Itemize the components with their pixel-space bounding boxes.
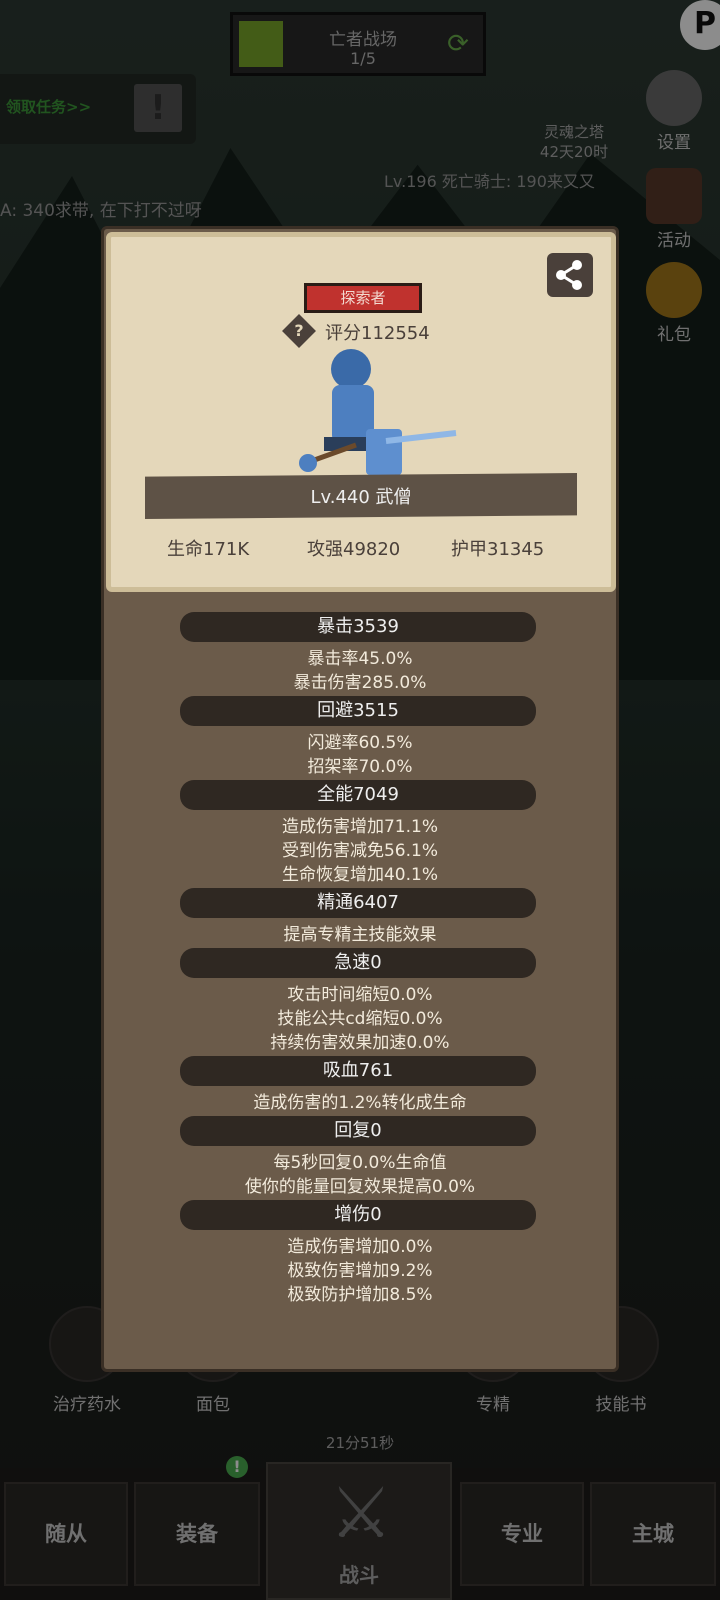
attribute-title: 回复0 — [180, 1116, 536, 1146]
attribute-title: 回避3515 — [180, 696, 536, 726]
attribute-title: 全能7049 — [180, 780, 536, 810]
attribute-detail: 生命恢复增加40.1% — [281, 865, 438, 885]
attribute-title: 急速0 — [180, 948, 536, 978]
attribute-title: 精通6407 — [180, 888, 536, 918]
attribute-detail: 提高专精主技能效果 — [283, 925, 437, 945]
attribute-detail: 极致伤害增加9.2% — [287, 1261, 433, 1281]
attribute-detail: 闪避率60.5% — [307, 733, 413, 753]
attribute-detail: 攻击时间缩短0.0% — [287, 985, 433, 1005]
attribute-title: 暴击3539 — [180, 612, 536, 642]
level-class: Lv.440 武僧 — [310, 487, 412, 508]
attribute-detail: 受到伤害减免56.1% — [281, 841, 438, 861]
attribute-detail: 极致防护增加8.5% — [287, 1285, 433, 1305]
attribute-detail: 招架率70.0% — [307, 757, 413, 777]
armor-stat: 护甲31345 — [451, 539, 545, 560]
help-icon[interactable]: ? — [282, 314, 316, 348]
character-card: 探索者 ? 评分112554 Lv.440 武僧 生命171K 攻强49820 … — [106, 232, 616, 592]
attribute-detail: 暴击率45.0% — [307, 649, 413, 669]
attribute-detail: 持续伤害效果加速0.0% — [270, 1033, 450, 1053]
attribute-detail: 每5秒回复0.0%生命值 — [273, 1153, 447, 1173]
share-icon[interactable] — [547, 253, 593, 297]
attribute-detail: 造成伤害的1.2%转化成生命 — [253, 1093, 467, 1113]
attribute-detail: 使你的能量回复效果提高0.0% — [244, 1177, 476, 1197]
attribute-title: 增伤0 — [180, 1200, 536, 1230]
attribute-detail: 暴击伤害285.0% — [293, 673, 427, 693]
level-class-bar: Lv.440 武僧 — [145, 473, 577, 519]
hp-stat: 生命171K — [167, 539, 250, 560]
title-badge: 探索者 — [304, 283, 422, 313]
attribute-detail: 造成伤害增加71.1% — [281, 817, 438, 837]
score-value: 评分112554 — [325, 323, 430, 344]
attribute-title: 吸血761 — [180, 1056, 536, 1086]
score-row: ? 评分112554 — [282, 314, 487, 348]
attribute-detail: 技能公共cd缩短0.0% — [277, 1009, 443, 1029]
attack-stat: 攻强49820 — [307, 539, 401, 560]
attribute-detail: 造成伤害增加0.0% — [287, 1237, 433, 1257]
hero-sprite — [296, 345, 466, 483]
